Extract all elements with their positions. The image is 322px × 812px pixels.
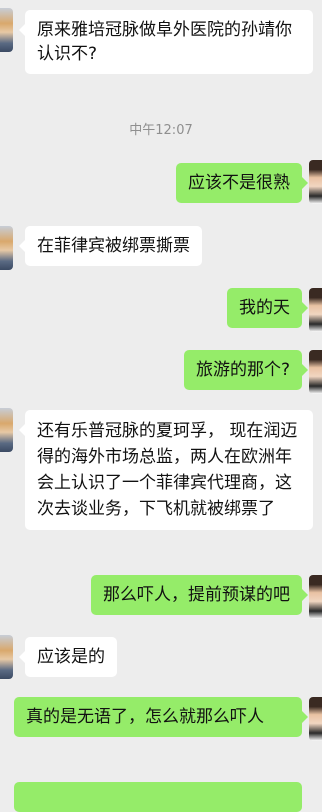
message-bubble-outgoing-partial [14,782,302,812]
message-bubble-outgoing[interactable]: 那么吓人，提前预谋的吧 [91,575,308,615]
user-avatar[interactable] [309,288,322,332]
user-avatar[interactable] [309,697,322,741]
message-bubble-outgoing[interactable]: 应该不是很熟 [176,163,308,203]
message-bubble-incoming[interactable]: 应该是的 [19,637,117,677]
contact-avatar[interactable] [0,408,13,452]
contact-avatar[interactable] [0,635,13,679]
chat-timestamp: 中午12:07 [129,123,193,138]
message-bubble-outgoing[interactable]: 旅游的那个? [183,350,309,390]
message-bubble-incoming[interactable]: 在菲律宾被绑票撕票 [19,226,202,266]
user-avatar[interactable] [309,160,322,204]
contact-avatar[interactable] [0,8,13,52]
message-bubble-incoming[interactable]: 还有乐普冠脉的夏珂孚， 现在润迈得的海外市场总监，两人在欧洲年会上认识了一个菲律… [19,410,313,530]
user-avatar[interactable] [309,575,322,619]
user-avatar[interactable] [309,350,322,394]
message-bubble-outgoing[interactable]: 真的是无语了，怎么就那么吓人 [14,697,308,737]
message-bubble-incoming[interactable]: 原来雅培冠脉做阜外医院的孙靖你认识不? [19,10,313,74]
message-bubble-outgoing[interactable]: 我的天 [227,288,308,328]
contact-avatar[interactable] [0,226,13,270]
